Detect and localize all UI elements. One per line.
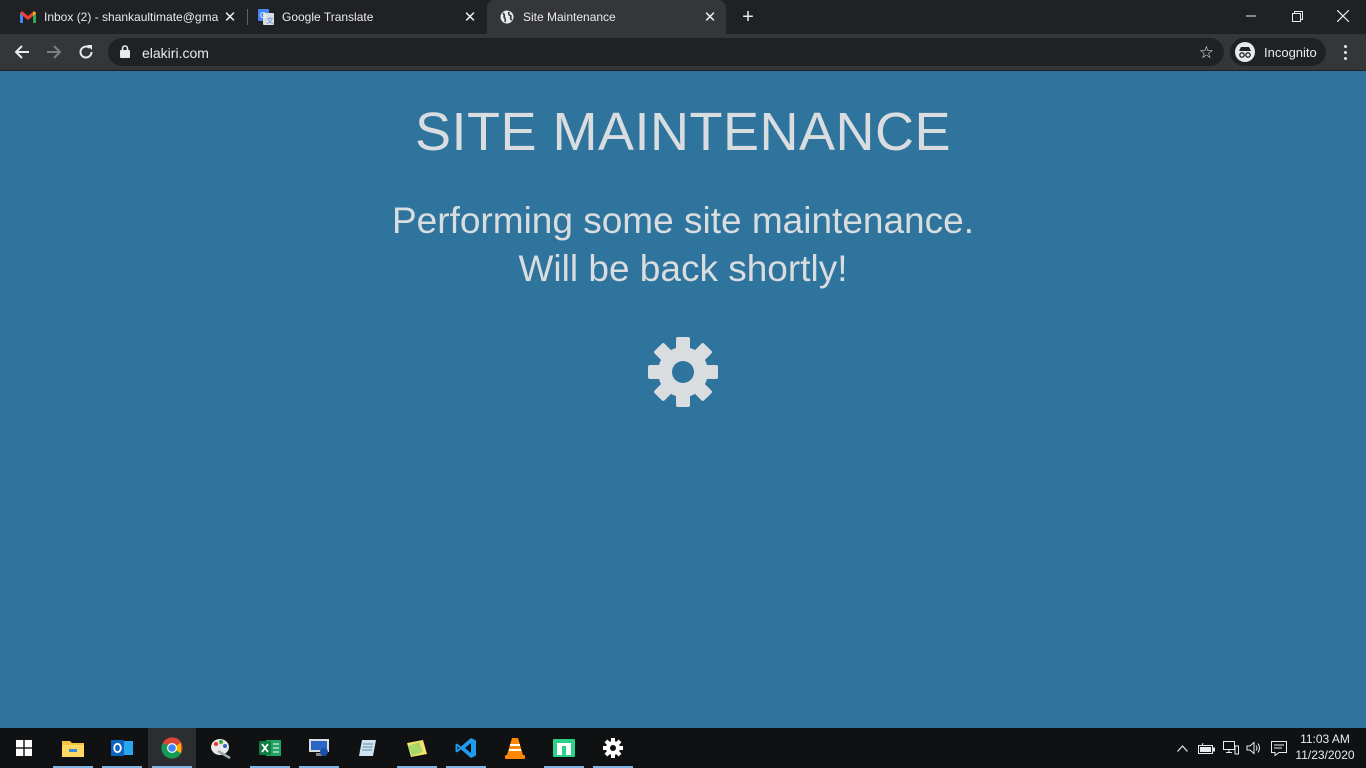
file-explorer-icon xyxy=(62,741,84,757)
close-tab-icon[interactable]: ✕ xyxy=(220,7,240,27)
clock-date: 11/23/2020 xyxy=(1295,748,1355,762)
taskbar-paint[interactable] xyxy=(197,728,245,768)
url-text[interactable]: elakiri.com xyxy=(142,45,209,61)
volume-tray-button[interactable] xyxy=(1244,728,1264,768)
restore-button[interactable] xyxy=(1274,0,1320,32)
taskbar-vlc[interactable] xyxy=(491,728,539,768)
chrome-icon xyxy=(161,737,183,759)
taskbar-remote-desktop[interactable] xyxy=(295,728,343,768)
remote-desktop-icon xyxy=(309,739,329,756)
tab-gmail[interactable]: Inbox (2) - shankaultimate@gma ✕ xyxy=(0,0,246,34)
reload-button[interactable] xyxy=(72,38,100,66)
close-tab-icon[interactable]: ✕ xyxy=(460,7,480,27)
address-bar[interactable]: elakiri.com ☆ xyxy=(108,38,1224,66)
new-tab-button[interactable]: + xyxy=(736,6,760,28)
clock-time: 11:03 AM xyxy=(1300,732,1350,746)
tab-site-maintenance[interactable]: Site Maintenance ✕ xyxy=(487,0,726,34)
lock-icon[interactable] xyxy=(120,45,130,63)
tab-strip: Inbox (2) - shankaultimate@gma ✕ G文 Goog… xyxy=(0,0,1366,34)
taskbar-sticky-notes[interactable] xyxy=(393,728,441,768)
svg-text:G: G xyxy=(260,11,266,20)
bookmark-star-icon[interactable]: ☆ xyxy=(1199,43,1214,63)
notifications-button[interactable] xyxy=(1268,728,1290,768)
svg-text:文: 文 xyxy=(267,16,274,25)
globe-icon xyxy=(499,9,515,25)
chevron-up-icon xyxy=(1176,744,1188,752)
sticky-notes-icon xyxy=(407,740,427,757)
taskbar-chrome[interactable] xyxy=(148,728,196,768)
taskbar-excel[interactable] xyxy=(246,728,294,768)
battery-tray-button[interactable] xyxy=(1196,728,1218,768)
tab-google-translate[interactable]: G文 Google Translate ✕ xyxy=(238,0,486,34)
action-center-icon xyxy=(1271,740,1287,756)
maintenance-message-line1: Performing some site maintenance. xyxy=(392,200,974,241)
close-tab-icon[interactable]: ✕ xyxy=(700,7,720,27)
speaker-icon xyxy=(1246,741,1260,755)
notepad-icon xyxy=(359,740,376,756)
taskbar-notepad[interactable] xyxy=(344,728,392,768)
back-button[interactable] xyxy=(8,38,36,66)
tab-title: Google Translate xyxy=(282,10,374,24)
page-title: SITE MAINTENANCE xyxy=(414,102,952,162)
incognito-profile-button[interactable]: Incognito xyxy=(1230,38,1326,66)
spreadsheet-app-icon xyxy=(553,739,575,757)
taskbar-clock[interactable]: 11:03 AM 11/23/2020 xyxy=(1290,731,1360,763)
battery-icon xyxy=(1198,742,1215,754)
start-icon xyxy=(16,740,32,756)
incognito-icon xyxy=(1235,42,1255,62)
maintenance-message-line2: Will be back shortly! xyxy=(518,248,848,289)
network-icon xyxy=(1223,741,1239,755)
browser-toolbar: elakiri.com ☆ Incognito xyxy=(0,34,1366,71)
close-window-button[interactable] xyxy=(1320,0,1366,32)
network-tray-button[interactable] xyxy=(1220,728,1242,768)
chrome-menu-button[interactable] xyxy=(1334,40,1356,64)
start-button[interactable] xyxy=(0,728,48,768)
tab-title: Site Maintenance xyxy=(523,10,616,24)
incognito-label: Incognito xyxy=(1264,44,1317,60)
maintenance-page: SITE MAINTENANCE Performing some site ma… xyxy=(0,71,1366,728)
show-hidden-icons-button[interactable] xyxy=(1172,728,1192,768)
taskbar-vscode[interactable] xyxy=(442,728,490,768)
minimize-button[interactable] xyxy=(1228,0,1274,32)
windows-taskbar: 11:03 AM 11/23/2020 xyxy=(0,728,1366,768)
tab-title: Inbox (2) - shankaultimate@gma xyxy=(44,10,219,24)
taskbar-spreadsheet-app[interactable] xyxy=(540,728,588,768)
taskbar-settings[interactable] xyxy=(589,728,637,768)
excel-icon xyxy=(259,740,281,756)
forward-button[interactable] xyxy=(40,38,68,66)
settings-icon xyxy=(603,738,623,758)
taskbar-outlook[interactable] xyxy=(98,728,146,768)
gear-icon xyxy=(647,336,719,408)
vscode-icon xyxy=(455,738,476,758)
taskbar-file-explorer[interactable] xyxy=(49,728,97,768)
outlook-icon xyxy=(111,740,133,756)
paint-icon xyxy=(211,739,231,759)
gmail-icon xyxy=(20,9,36,25)
google-translate-icon: G文 xyxy=(258,9,274,25)
vlc-icon xyxy=(505,738,525,759)
